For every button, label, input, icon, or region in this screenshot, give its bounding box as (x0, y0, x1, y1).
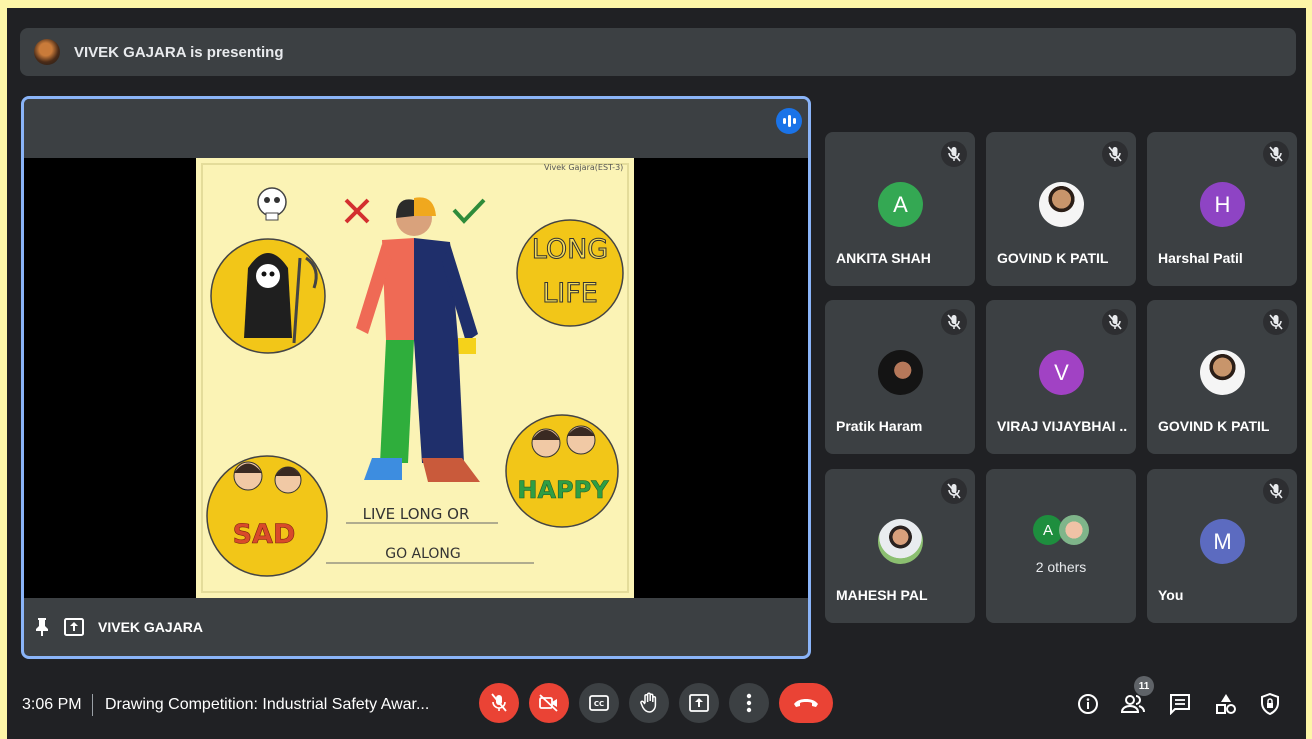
drawing-slogan-line1: LIVE LONG OR (363, 505, 470, 523)
participant-name: ANKITA SHAH (836, 250, 931, 266)
presenter-avatar (34, 39, 60, 65)
participant-tile[interactable]: H Harshal Patil (1147, 132, 1297, 286)
more-options-button[interactable] (729, 683, 769, 723)
drawing-sad: SAD (233, 519, 296, 550)
presentation-tile[interactable]: Vivek Gajara(EST-3) LONG LIFE HAPPY SAD … (21, 96, 811, 659)
shared-screen: Vivek Gajara(EST-3) LONG LIFE HAPPY SAD … (24, 158, 808, 598)
call-end-icon (794, 699, 818, 707)
svg-text:CC: CC (594, 700, 604, 708)
participant-name: Pratik Haram (836, 418, 923, 434)
participant-name: Harshal Patil (1158, 250, 1243, 266)
chat-icon (1170, 694, 1190, 715)
more-vert-icon (746, 693, 752, 713)
participant-name: VIRAJ VIJAYBHAI ... (997, 418, 1127, 434)
mic-muted-icon (1263, 478, 1289, 504)
presenter-name: VIVEK GAJARA (98, 619, 204, 635)
others-tile[interactable]: A 2 others (986, 469, 1136, 623)
present-screen-icon (689, 694, 709, 712)
avatar (1059, 515, 1089, 545)
avatar: H (1200, 182, 1245, 227)
closed-captions-icon: CC (589, 695, 609, 711)
info-icon (1078, 694, 1098, 714)
safety-drawing: Vivek Gajara(EST-3) LONG LIFE HAPPY SAD … (196, 158, 634, 598)
participant-tile[interactable]: Pratik Haram (825, 300, 975, 454)
self-tile[interactable]: M You (1147, 469, 1297, 623)
participant-tile[interactable]: GOVIND K PATIL (986, 132, 1136, 286)
others-count-label: 2 others (1035, 559, 1087, 575)
drawing-happy: HAPPY (517, 476, 609, 504)
activities-icon (1216, 694, 1236, 714)
participant-tile[interactable]: A ANKITA SHAH (825, 132, 975, 286)
participant-name: GOVIND K PATIL (1158, 418, 1270, 434)
people-count-badge: 11 (1134, 676, 1154, 696)
participant-name: GOVIND K PATIL (997, 250, 1109, 266)
meet-app: VIVEK GAJARA is presenting Vivek Gajara(… (7, 8, 1306, 739)
meeting-controls-bar: 3:06 PM Drawing Competition: Industrial … (7, 676, 1306, 730)
mic-muted-icon (1102, 309, 1128, 335)
mic-muted-icon (941, 478, 967, 504)
host-controls-icon (1261, 693, 1279, 715)
avatar (878, 519, 923, 564)
mic-off-icon (491, 693, 507, 712)
avatar: M (1200, 519, 1245, 564)
present-now-button[interactable] (679, 683, 719, 723)
mic-muted-icon (941, 309, 967, 335)
camera-toggle-button[interactable] (529, 683, 569, 723)
drawing-long-word2: LIFE (542, 278, 598, 309)
avatar: V (1039, 350, 1084, 395)
participant-name: MAHESH PAL (836, 587, 928, 603)
raise-hand-icon (640, 692, 657, 713)
activities-button[interactable] (1214, 692, 1238, 716)
camera-off-icon (539, 694, 558, 712)
presenting-banner: VIVEK GAJARA is presenting (20, 28, 1296, 76)
raise-hand-button[interactable] (629, 683, 669, 723)
pin-icon[interactable] (32, 617, 52, 637)
captions-button[interactable]: CC (579, 683, 619, 723)
avatar (1200, 350, 1245, 395)
people-icon (1121, 695, 1145, 713)
meeting-title: Drawing Competition: Industrial Safety A… (105, 696, 430, 713)
participant-tile[interactable]: V VIRAJ VIJAYBHAI ... (986, 300, 1136, 454)
avatar (878, 350, 923, 395)
mic-muted-icon (941, 141, 967, 167)
avatar: A (878, 182, 923, 227)
participant-tile[interactable]: GOVIND K PATIL (1147, 300, 1297, 454)
mic-toggle-button[interactable] (479, 683, 519, 723)
host-controls-button[interactable] (1258, 692, 1282, 716)
presenting-text: VIVEK GAJARA is presenting (74, 43, 284, 61)
avatar (1039, 182, 1084, 227)
chat-button[interactable] (1168, 692, 1192, 716)
drawing-slogan-line2: GO ALONG (385, 546, 461, 562)
participant-tile[interactable]: MAHESH PAL (825, 469, 975, 623)
mic-muted-icon (1263, 141, 1289, 167)
mic-muted-icon (1263, 309, 1289, 335)
present-icon (64, 617, 84, 637)
clock-time: 3:06 PM (22, 696, 82, 713)
participant-name: You (1158, 587, 1184, 603)
speaking-indicator-icon (776, 108, 802, 134)
drawing-long-word1: LONG (532, 234, 608, 265)
mic-muted-icon (1102, 141, 1128, 167)
meeting-details-button[interactable] (1076, 692, 1100, 716)
leave-call-button[interactable] (779, 683, 833, 723)
drawing-signature: Vivek Gajara(EST-3) (544, 163, 623, 172)
